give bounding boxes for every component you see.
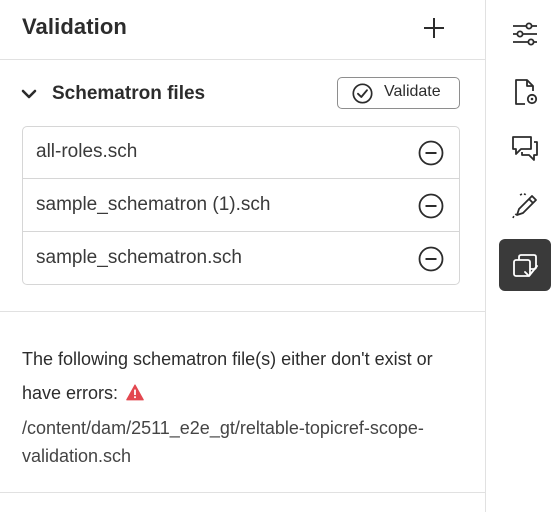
section-title: Schematron files — [52, 83, 206, 104]
minus-circle-icon — [418, 140, 444, 166]
error-message: The following schematron file(s) either … — [22, 342, 462, 410]
validate-label: Validate — [384, 83, 441, 100]
minus-circle-icon — [418, 193, 444, 219]
bottom-divider — [0, 492, 486, 493]
error-message-text: The following schematron file(s) either … — [22, 349, 433, 403]
chevron-down-icon[interactable] — [20, 85, 38, 103]
file-row[interactable]: sample_schematron (1).sch — [23, 180, 459, 232]
minus-circle-icon — [418, 246, 444, 272]
error-file-path: /content/dam/2511_e2e_gt/reltable-topicr… — [22, 418, 424, 466]
validate-button[interactable]: Validate — [337, 77, 460, 109]
file-name: sample_schematron.sch — [36, 247, 242, 268]
checkmark-circle-icon — [352, 83, 373, 104]
validation-icon — [513, 254, 538, 277]
schematron-section-header: Schematron files Validate — [0, 76, 486, 114]
rail-edit-button[interactable] — [499, 180, 551, 232]
comments-icon — [512, 136, 538, 161]
schematron-file-list: all-roles.sch sample_schematron (1).sch … — [22, 126, 460, 285]
remove-file-button[interactable] — [418, 193, 444, 219]
document-settings-icon — [515, 79, 538, 105]
settings-sliders-icon — [513, 22, 537, 46]
rail-comments-button[interactable] — [499, 122, 551, 174]
file-name: all-roles.sch — [36, 141, 138, 162]
section-divider — [0, 311, 486, 312]
panel-title: Validation — [22, 14, 127, 39]
panel-header: Validation — [0, 0, 486, 60]
remove-file-button[interactable] — [418, 140, 444, 166]
remove-file-button[interactable] — [418, 246, 444, 272]
add-button[interactable] — [420, 12, 448, 44]
rail-settings-button[interactable] — [499, 8, 551, 60]
warning-icon — [126, 384, 144, 401]
file-row[interactable]: sample_schematron.sch — [23, 233, 459, 285]
file-row[interactable]: all-roles.sch — [23, 127, 459, 179]
rail-document-settings-button[interactable] — [499, 66, 551, 118]
rail-validation-button[interactable] — [499, 239, 551, 291]
file-name: sample_schematron (1).sch — [36, 194, 271, 215]
validation-panel: Validation Schematron files Validate all… — [0, 0, 486, 512]
edit-draw-icon — [512, 193, 537, 219]
plus-icon — [424, 18, 444, 38]
